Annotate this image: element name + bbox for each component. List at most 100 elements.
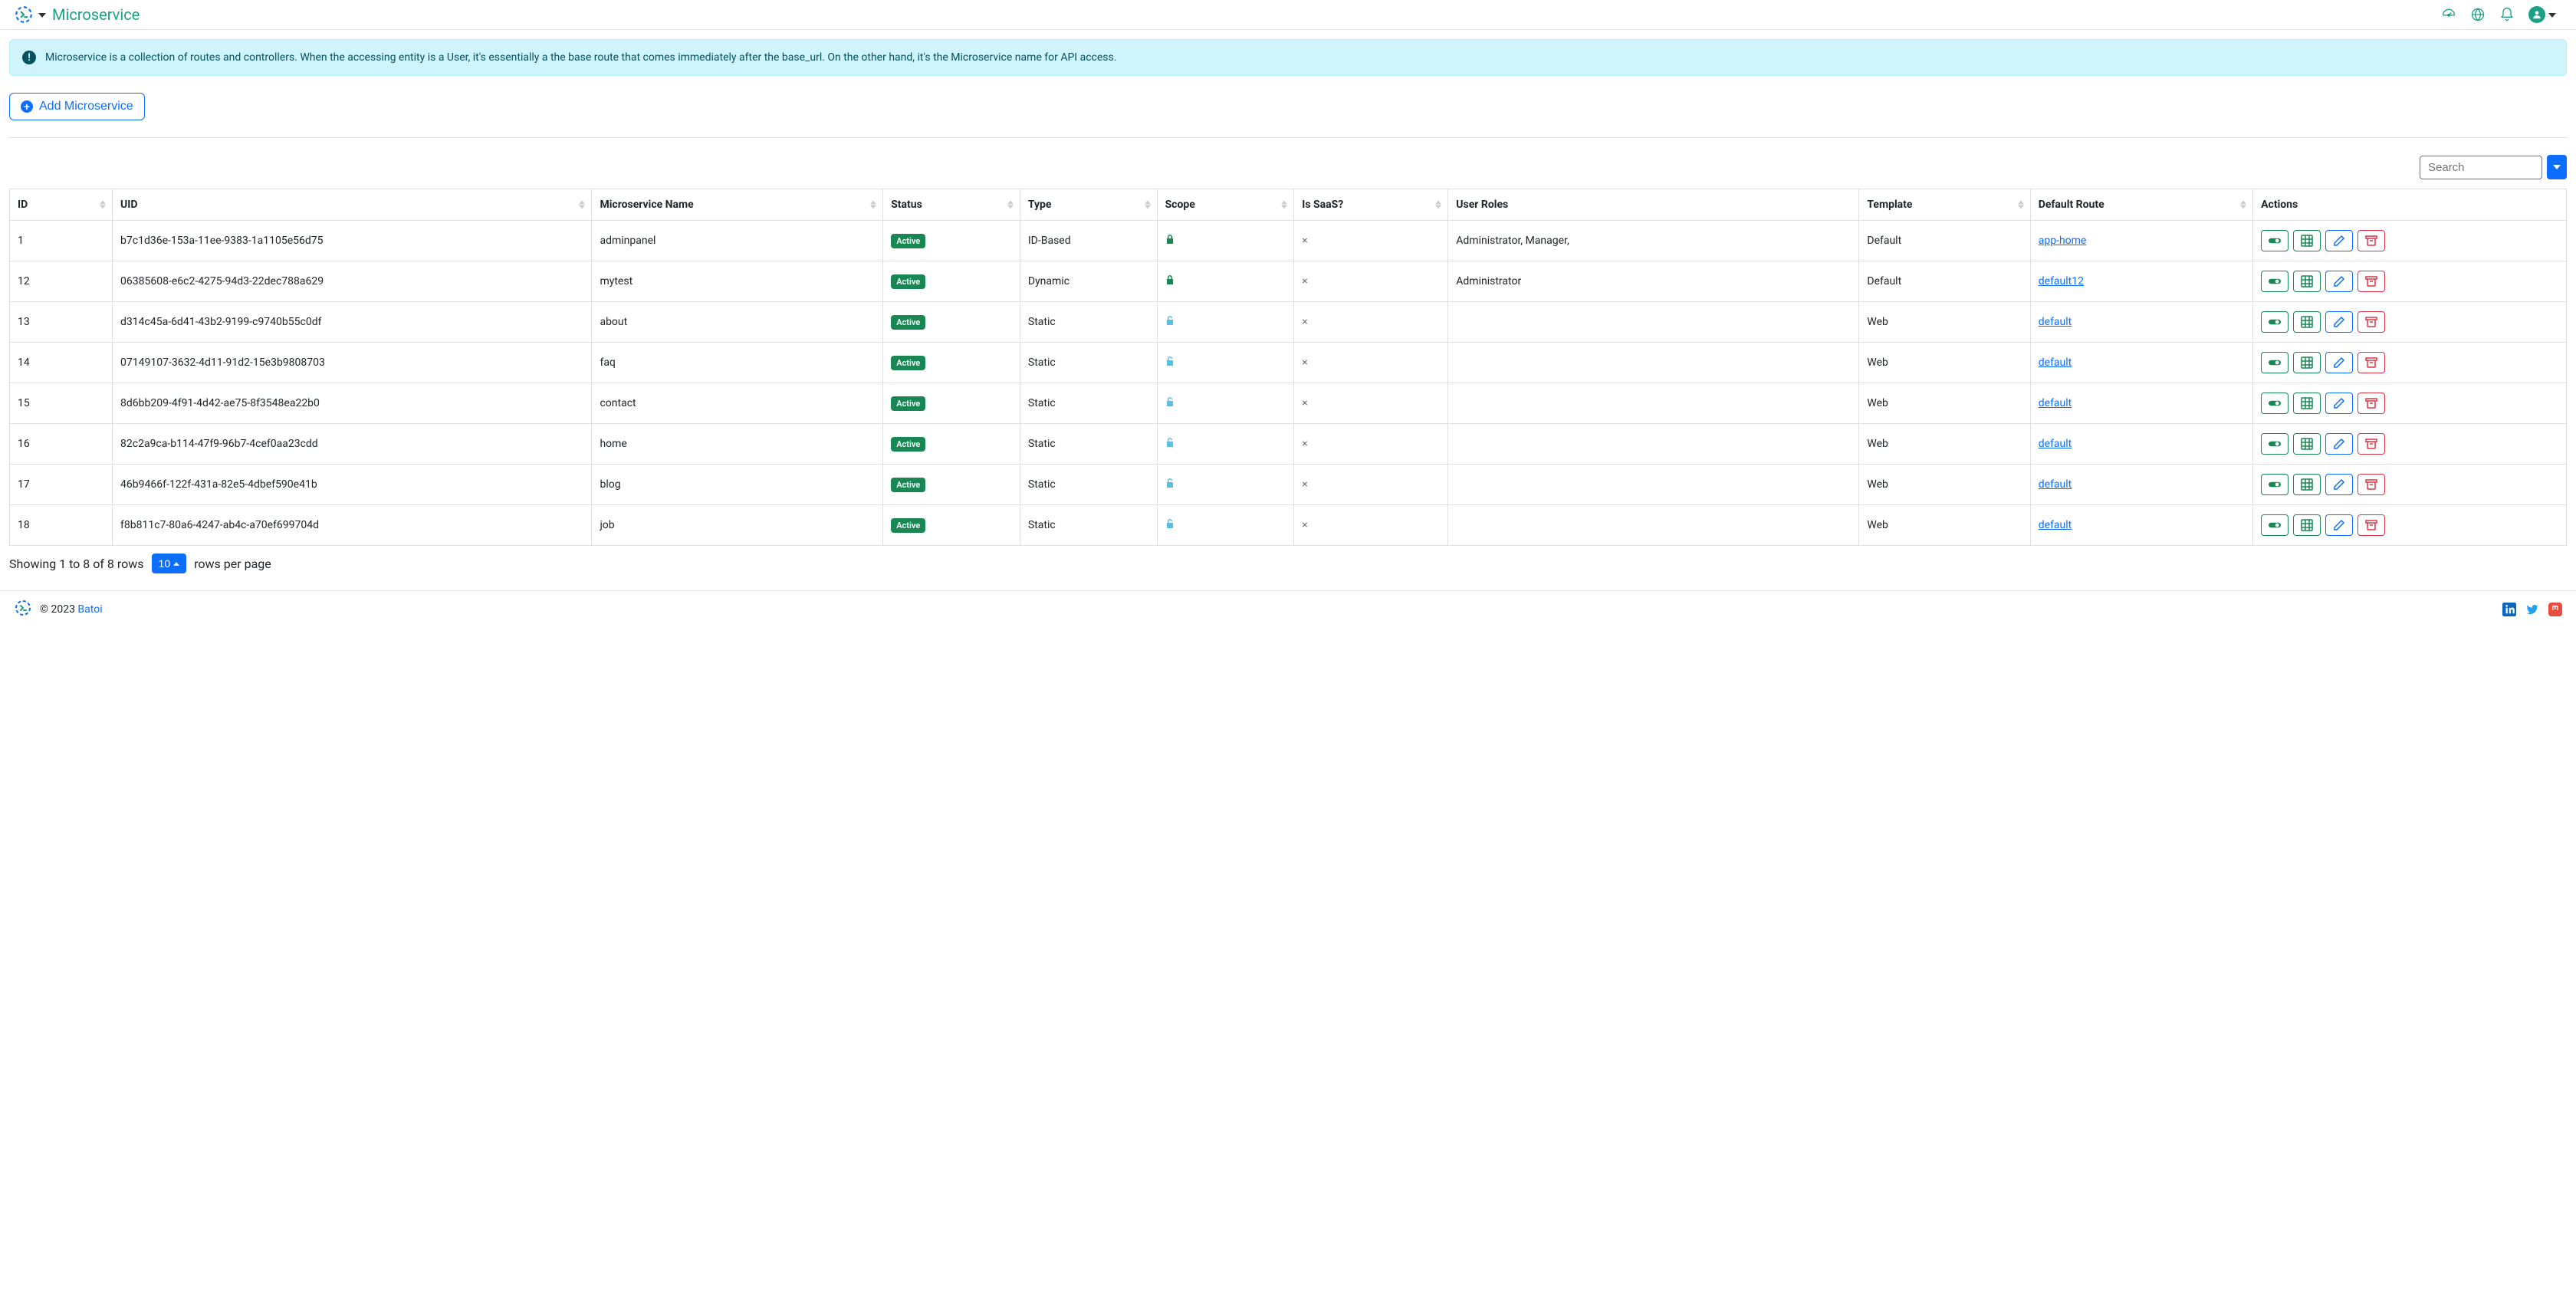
archive-button[interactable] bbox=[2358, 433, 2385, 455]
cell-type: Static bbox=[1020, 424, 1157, 465]
bell-icon[interactable] bbox=[2499, 7, 2515, 22]
cell-name: about bbox=[592, 302, 883, 343]
cell-id: 1 bbox=[10, 221, 113, 261]
col-template[interactable]: Template bbox=[1859, 189, 2030, 221]
col-uid[interactable]: UID bbox=[113, 189, 592, 221]
cell-scope bbox=[1157, 302, 1294, 343]
cell-status: Active bbox=[883, 261, 1020, 302]
toggle-status-button[interactable] bbox=[2261, 311, 2288, 333]
grid-button[interactable] bbox=[2293, 352, 2321, 373]
linkedin-icon[interactable] bbox=[2502, 603, 2516, 616]
cell-id: 16 bbox=[10, 424, 113, 465]
cell-uid: d314c45a-6d41-43b2-9199-c9740b55c0df bbox=[113, 302, 592, 343]
edit-button[interactable] bbox=[2325, 514, 2353, 536]
edit-button[interactable] bbox=[2325, 352, 2353, 373]
toggle-status-button[interactable] bbox=[2261, 433, 2288, 455]
col-name[interactable]: Microservice Name bbox=[592, 189, 883, 221]
cell-route: default bbox=[2030, 343, 2252, 383]
route-link[interactable]: default bbox=[2039, 478, 2072, 491]
unlock-icon bbox=[1165, 317, 1175, 329]
status-badge: Active bbox=[891, 274, 925, 289]
toggle-status-button[interactable] bbox=[2261, 352, 2288, 373]
cell-scope bbox=[1157, 383, 1294, 424]
cell-type: Static bbox=[1020, 505, 1157, 546]
archive-button[interactable] bbox=[2358, 393, 2385, 414]
x-icon: × bbox=[1302, 235, 1307, 247]
col-scope[interactable]: Scope bbox=[1157, 189, 1294, 221]
archive-button[interactable] bbox=[2358, 352, 2385, 373]
route-link[interactable]: default12 bbox=[2039, 275, 2084, 287]
dashboard-icon[interactable] bbox=[2441, 7, 2456, 22]
brand-logo-icon[interactable] bbox=[14, 5, 34, 25]
x-icon: × bbox=[1302, 519, 1307, 531]
grid-button[interactable] bbox=[2293, 393, 2321, 414]
grid-button[interactable] bbox=[2293, 311, 2321, 333]
footer-brand-link[interactable]: Batoi bbox=[77, 603, 102, 616]
col-type[interactable]: Type bbox=[1020, 189, 1157, 221]
toggle-status-button[interactable] bbox=[2261, 271, 2288, 292]
archive-button[interactable] bbox=[2358, 271, 2385, 292]
col-saas[interactable]: Is SaaS? bbox=[1294, 189, 1448, 221]
edit-button[interactable] bbox=[2325, 433, 2353, 455]
cell-status: Active bbox=[883, 302, 1020, 343]
status-badge: Active bbox=[891, 315, 925, 330]
edit-button[interactable] bbox=[2325, 230, 2353, 251]
cell-roles bbox=[1448, 505, 1859, 546]
table-row: 15 8d6bb209-4f91-4d42-ae75-8f3548ea22b0 … bbox=[10, 383, 2567, 424]
edit-button[interactable] bbox=[2325, 393, 2353, 414]
grid-button[interactable] bbox=[2293, 514, 2321, 536]
cell-id: 13 bbox=[10, 302, 113, 343]
globe-icon[interactable] bbox=[2470, 7, 2486, 22]
col-id[interactable]: ID bbox=[10, 189, 113, 221]
rows-per-page-select[interactable]: 10 bbox=[152, 554, 187, 573]
archive-button[interactable] bbox=[2358, 311, 2385, 333]
cell-type: Static bbox=[1020, 465, 1157, 505]
toggle-status-button[interactable] bbox=[2261, 514, 2288, 536]
col-status[interactable]: Status bbox=[883, 189, 1020, 221]
x-icon: × bbox=[1302, 438, 1307, 450]
microservice-table: ID UID Microservice Name Status Type Sco… bbox=[9, 189, 2567, 546]
edit-button[interactable] bbox=[2325, 271, 2353, 292]
route-link[interactable]: default bbox=[2039, 519, 2072, 531]
cell-actions bbox=[2253, 465, 2567, 505]
user-avatar-icon[interactable] bbox=[2528, 6, 2545, 23]
route-link[interactable]: default bbox=[2039, 356, 2072, 369]
col-roles[interactable]: User Roles bbox=[1448, 189, 1859, 221]
grid-button[interactable] bbox=[2293, 433, 2321, 455]
cell-name: contact bbox=[592, 383, 883, 424]
route-link[interactable]: default bbox=[2039, 438, 2072, 450]
mastodon-icon[interactable] bbox=[2548, 603, 2562, 616]
grid-button[interactable] bbox=[2293, 474, 2321, 495]
cell-type: Static bbox=[1020, 302, 1157, 343]
cell-uid: b7c1d36e-153a-11ee-9383-1a1105e56d75 bbox=[113, 221, 592, 261]
toggle-status-button[interactable] bbox=[2261, 474, 2288, 495]
navbar: Microservice bbox=[0, 0, 2576, 30]
edit-button[interactable] bbox=[2325, 474, 2353, 495]
archive-button[interactable] bbox=[2358, 514, 2385, 536]
route-link[interactable]: app-home bbox=[2039, 235, 2087, 247]
cell-saas: × bbox=[1294, 424, 1448, 465]
cell-route: default bbox=[2030, 505, 2252, 546]
cell-saas: × bbox=[1294, 302, 1448, 343]
cell-route: default bbox=[2030, 302, 2252, 343]
archive-button[interactable] bbox=[2358, 230, 2385, 251]
brand-dropdown-caret[interactable] bbox=[38, 8, 46, 21]
cell-status: Active bbox=[883, 465, 1020, 505]
plus-icon: + bbox=[21, 100, 33, 113]
route-link[interactable]: default bbox=[2039, 316, 2072, 328]
route-link[interactable]: default bbox=[2039, 397, 2072, 409]
user-dropdown-caret[interactable] bbox=[2548, 8, 2556, 21]
toolbar-dropdown-button[interactable] bbox=[2547, 155, 2567, 179]
search-input[interactable] bbox=[2420, 156, 2542, 179]
twitter-icon[interactable] bbox=[2525, 603, 2539, 616]
grid-button[interactable] bbox=[2293, 271, 2321, 292]
toggle-status-button[interactable] bbox=[2261, 230, 2288, 251]
grid-button[interactable] bbox=[2293, 230, 2321, 251]
toggle-status-button[interactable] bbox=[2261, 393, 2288, 414]
footer-logo-icon bbox=[14, 599, 32, 620]
add-microservice-button[interactable]: + Add Microservice bbox=[9, 93, 145, 120]
archive-button[interactable] bbox=[2358, 474, 2385, 495]
cell-scope bbox=[1157, 505, 1294, 546]
edit-button[interactable] bbox=[2325, 311, 2353, 333]
col-route[interactable]: Default Route bbox=[2030, 189, 2252, 221]
